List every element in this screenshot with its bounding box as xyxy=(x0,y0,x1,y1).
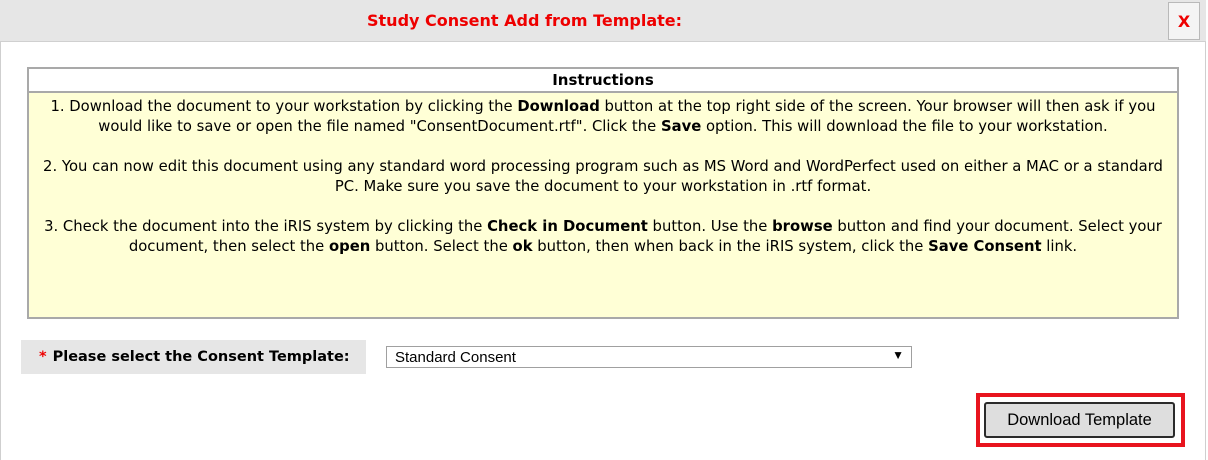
chevron-down-icon: ▼ xyxy=(892,348,904,362)
bold-save: Save xyxy=(660,118,702,135)
instruction-step-2: 2. You can now edit this document using … xyxy=(43,158,1163,195)
download-template-button[interactable]: Download Template xyxy=(984,402,1175,438)
bold-open: open xyxy=(328,238,371,255)
consent-template-selected-value: Standard Consent xyxy=(395,348,516,366)
bold-download: Download xyxy=(517,98,600,115)
consent-template-select[interactable]: Standard Consent ▼ xyxy=(386,346,912,368)
close-button[interactable]: X xyxy=(1168,2,1200,40)
consent-template-label: * Please select the Consent Template: xyxy=(21,340,366,374)
required-marker: * xyxy=(39,349,47,365)
consent-template-label-text: Please select the Consent Template: xyxy=(52,349,350,365)
bold-browse: browse xyxy=(772,218,833,235)
instruction-step-3: 3. Check the document into the iRIS syst… xyxy=(44,218,1162,255)
instruction-step-1: 1. Download the document to your worksta… xyxy=(50,98,1156,135)
dialog-title: Study Consent Add from Template: xyxy=(367,11,683,30)
bold-check-in-document: Check in Document xyxy=(487,218,648,235)
instructions-body: 1. Download the document to your worksta… xyxy=(29,93,1177,257)
close-icon: X xyxy=(1177,11,1191,31)
instructions-panel: Instructions 1. Download the document to… xyxy=(27,67,1179,319)
bold-ok: ok xyxy=(512,238,533,255)
instructions-header: Instructions xyxy=(29,69,1177,93)
dialog-titlebar: Study Consent Add from Template: X xyxy=(0,0,1206,42)
bold-save-consent: Save Consent xyxy=(928,238,1042,255)
